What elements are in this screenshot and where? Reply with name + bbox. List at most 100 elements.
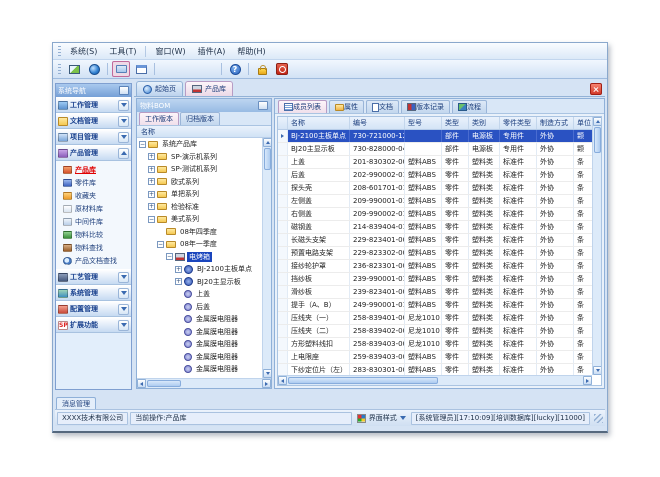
scroll-down-button[interactable] (263, 369, 271, 378)
toolbar-drag-handle[interactable] (58, 64, 61, 75)
table-row[interactable]: 右侧盖209-990002-01X塑料ABS零件塑料类标准件外协条 (278, 208, 592, 221)
chevron-button[interactable] (118, 320, 129, 331)
expand-toggle[interactable]: − (157, 241, 164, 248)
toolbar-button[interactable]: ? (226, 61, 244, 77)
table-row[interactable]: 磁钢盖214-839404-01X塑料ABS零件塑料类标准件外协条 (278, 221, 592, 234)
column-header[interactable]: 零件类型 (500, 117, 537, 129)
scroll-left-button[interactable] (278, 376, 287, 385)
sidebar-item-part-library[interactable]: 零件库 (56, 176, 131, 189)
table-row[interactable]: BJ20主显示板730-828000-04X部件电源板专用件外协颗 (278, 143, 592, 156)
column-header[interactable]: 类别 (469, 117, 500, 129)
tree-item[interactable]: +单把系列 (137, 188, 262, 201)
column-header[interactable]: 编号 (350, 117, 405, 129)
menu-item[interactable]: 窗口(W) (149, 44, 191, 59)
sidebar-group-system[interactable]: 系统管理 (56, 285, 131, 301)
menu-item[interactable]: 插件(A) (192, 44, 232, 59)
table-row[interactable]: 上电限座259-839403-00X塑料ABS零件塑料类标准件外协条 (278, 351, 592, 364)
bom-tab[interactable]: 工作版本 (139, 112, 179, 125)
resize-grip[interactable] (594, 414, 603, 423)
expand-toggle[interactable]: + (175, 266, 182, 273)
close-icon[interactable] (590, 83, 602, 95)
member-tab[interactable]: 属性 (329, 100, 364, 113)
main-tab[interactable]: 起始页 (136, 81, 183, 96)
toolbar-button[interactable] (273, 61, 291, 77)
tree-item[interactable]: 后盖 (137, 301, 262, 314)
table-row[interactable]: 预置电路支架229-823302-00X塑料ABS零件塑料类标准件外协条 (278, 247, 592, 260)
chevron-button[interactable] (118, 288, 129, 299)
scroll-thumb[interactable] (147, 380, 181, 387)
scroll-up-button[interactable] (263, 138, 271, 147)
chevron-button[interactable] (118, 272, 129, 283)
table-row[interactable]: 下纱定位片（左）283-830301-00X塑料ABS零件塑料类标准件外协条 (278, 364, 592, 375)
member-tab[interactable]: 文档 (366, 100, 399, 113)
table-row[interactable]: 左侧盖209-990001-01X塑料ABS零件塑料类标准件外协条 (278, 195, 592, 208)
tree-item[interactable]: −08年一季度 (137, 238, 262, 251)
column-header[interactable]: 制造方式 (537, 117, 574, 129)
tree-item[interactable]: 上盖 (137, 288, 262, 301)
member-tab[interactable]: 成员列表 (278, 100, 327, 113)
expand-toggle[interactable]: + (148, 153, 155, 160)
sidebar-group-extension[interactable]: SP扩展功能 (56, 317, 131, 333)
sidebar-item-material-search[interactable]: 物料查找 (56, 241, 131, 254)
grid-horizontal-scrollbar[interactable] (278, 375, 592, 385)
chevron-button[interactable] (118, 148, 129, 159)
member-tab[interactable]: 版本记录 (401, 100, 450, 113)
sidebar-item-favorites[interactable]: 收藏夹 (56, 189, 131, 202)
toolbar-button[interactable] (65, 61, 83, 77)
table-row[interactable]: 长磁头支架229-823401-00X塑料ABS零件塑料类标准件外协条 (278, 234, 592, 247)
tree-item[interactable]: +SP-演示机系列 (137, 151, 262, 164)
menu-item[interactable]: 系统(S) (64, 44, 103, 59)
tree-item[interactable]: +检验标准 (137, 201, 262, 214)
menu-item[interactable]: 工具(T) (103, 44, 142, 59)
expand-toggle[interactable]: + (148, 166, 155, 173)
tree-column-header[interactable]: 名称 (137, 126, 271, 138)
scroll-thumb[interactable] (264, 148, 271, 170)
sidebar-group-config[interactable]: 配置管理 (56, 301, 131, 317)
expand-toggle[interactable]: − (148, 216, 155, 223)
sidebar-item-intermediate[interactable]: 中间件库 (56, 215, 131, 228)
table-row[interactable]: 上盖201-830302-00X塑料ABS零件塑料类标准件外协条 (278, 156, 592, 169)
member-tab[interactable]: 流程 (452, 100, 487, 113)
tree-item[interactable]: +BJ20主显示板 (137, 276, 262, 289)
chevron-button[interactable] (118, 132, 129, 143)
table-row[interactable]: 方形塑料线扣258-839403-00X尼龙1010零件塑料类标准件外协条 (278, 338, 592, 351)
sidebar-group-craft[interactable]: 工艺管理 (56, 269, 131, 285)
tree-item[interactable]: +SP-测试机系列 (137, 163, 262, 176)
expand-toggle[interactable]: + (148, 203, 155, 210)
main-tab[interactable]: 产品库 (185, 81, 233, 96)
chevron-button[interactable] (118, 116, 129, 127)
column-header[interactable]: 类型 (442, 117, 469, 129)
grid-vertical-scrollbar[interactable] (592, 117, 601, 375)
table-row[interactable]: BJ-2100主板单点730-721000-12X部件电源板专用件外协颗 (278, 130, 592, 143)
table-row[interactable]: 后盖202-990002-01X塑料ABS零件塑料类标准件外协条 (278, 169, 592, 182)
expand-toggle[interactable]: + (148, 191, 155, 198)
toolbar-button[interactable] (253, 61, 271, 77)
expand-toggle[interactable]: + (148, 178, 155, 185)
chevron-button[interactable] (118, 100, 129, 111)
bom-tab[interactable]: 归档版本 (180, 112, 220, 125)
tree-item[interactable]: −系统产品库 (137, 138, 262, 151)
scroll-down-button[interactable] (593, 366, 602, 375)
scroll-left-button[interactable] (137, 379, 146, 388)
tree-item[interactable]: 金属膜电阻器 (137, 326, 262, 339)
sidebar-menu-button[interactable] (119, 86, 129, 95)
chevron-button[interactable] (118, 304, 129, 315)
table-row[interactable]: 提手（A、B）249-990001-01X塑料ABS零件塑料类标准件外协条 (278, 299, 592, 312)
sidebar-group-document[interactable]: 文档管理 (56, 113, 131, 129)
toolbar-button[interactable] (112, 61, 130, 77)
tree-item[interactable]: −美式系列 (137, 213, 262, 226)
sidebar-group-product[interactable]: 产品管理 (56, 145, 131, 161)
sidebar-item-material-compare[interactable]: 物料比较 (56, 228, 131, 241)
tree-horizontal-scrollbar[interactable] (137, 378, 271, 388)
toolbar-button[interactable] (199, 61, 217, 77)
tree-item[interactable]: 金属膜电阻器 (137, 351, 262, 364)
table-row[interactable]: 探头壳208-601701-01X塑料ABS零件塑料类标准件外协条 (278, 182, 592, 195)
table-row[interactable]: 滑纱板239-823401-00X塑料ABS零件塑料类标准件外协条 (278, 286, 592, 299)
ui-style-selector[interactable]: 界面样式 (354, 412, 409, 425)
sidebar-item-product-library[interactable]: 产品库 (56, 163, 131, 176)
scroll-up-button[interactable] (593, 117, 602, 126)
menu-item[interactable]: 帮助(H) (231, 44, 271, 59)
sidebar-group-project[interactable]: 项目管理 (56, 129, 131, 145)
tree-item[interactable]: −电烤箱 (137, 251, 262, 264)
table-row[interactable]: 接纱轮护罩236-823301-00X塑料ABS零件塑料类标准件外协条 (278, 260, 592, 273)
